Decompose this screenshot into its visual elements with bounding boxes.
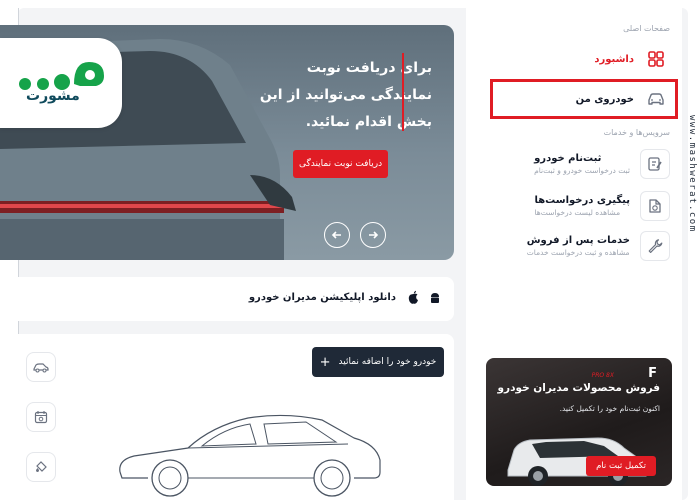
apple-icon — [408, 290, 418, 304]
complete-registration-button[interactable]: تکمیل ثبت نام — [586, 456, 656, 476]
service-item-track-requests[interactable]: پیگیری درخواست‌ها مشاهده لیست درخواست‌ها — [480, 188, 670, 224]
logo-text: مشورت — [26, 88, 80, 104]
app-download-label: دانلود اپلیکیشن مدیران خودرو — [248, 292, 396, 303]
hero-accent-line — [402, 53, 404, 131]
main-pages-heading: صفحات اصلی — [623, 24, 670, 33]
edit-document-icon — [640, 149, 670, 179]
promo-title: فروش محصولات مدیران خودرو — [497, 382, 660, 394]
arrow-left-icon — [331, 231, 341, 239]
highlight-box — [490, 79, 678, 119]
paint-tool-button[interactable] — [26, 452, 56, 482]
service-subtitle: ثبت درخواست خودرو و ثبت‌نام — [534, 166, 630, 175]
service-subtitle: مشاهده و ثبت درخواست خدمات — [526, 248, 630, 257]
sidebar-item-dashboard[interactable]: داشبورد — [488, 44, 668, 74]
service-subtitle: مشاهده لیست درخواست‌ها — [534, 208, 621, 217]
promo-description: اکنون ثبت‌نام خود را تکمیل کنید. — [559, 404, 660, 413]
logo-badge: مشورت — [0, 38, 122, 128]
file-refresh-icon — [640, 191, 670, 221]
watermark-text: www.mashwerat.com — [686, 115, 697, 233]
plus-icon: + — [319, 354, 331, 370]
add-car-label: خودرو خود را اضافه نمائید — [338, 357, 437, 367]
service-title: ثبت‌نام خودرو — [534, 153, 602, 164]
promo-card[interactable]: F PRO 8X فروش محصولات مدیران خودرو اکنون… — [486, 358, 672, 486]
get-appointment-button[interactable]: دریافت نوبت نمایندگی — [293, 150, 388, 178]
calendar-tool-button[interactable] — [26, 402, 56, 432]
car-side-icon — [33, 363, 49, 373]
paint-bucket-icon — [36, 461, 47, 472]
promo-brand-sub: PRO 8X — [591, 372, 614, 379]
car-tool-button[interactable] — [26, 352, 56, 382]
service-title: خدمات پس از فروش — [526, 235, 630, 246]
app-download-strip[interactable]: دانلود اپلیکیشن مدیران خودرو — [0, 277, 454, 321]
prev-slide-button[interactable] — [324, 222, 350, 248]
grid-icon — [644, 47, 668, 71]
services-heading: سرویس‌ها و خدمات — [603, 128, 670, 137]
watermark: www.mashwerat.com — [685, 115, 697, 233]
service-item-car-registration[interactable]: ثبت‌نام خودرو ثبت درخواست خودرو و ثبت‌نا… — [480, 146, 670, 182]
android-icon — [431, 293, 439, 303]
car-outline-illustration — [119, 414, 381, 497]
service-item-after-sales[interactable]: خدمات پس از فروش مشاهده و ثبت درخواست خد… — [480, 228, 670, 264]
hero-text: برای دریافت نوبت نمایندگی می‌توانید از ا… — [259, 60, 432, 130]
wrench-icon — [640, 231, 670, 261]
sidebar-item-label: داشبورد — [594, 53, 634, 65]
add-car-button[interactable]: + خودرو خود را اضافه نمائید — [312, 347, 444, 377]
promo-brand: F — [648, 366, 658, 381]
next-slide-button[interactable] — [360, 222, 386, 248]
arrow-right-icon — [369, 231, 379, 239]
service-title: پیگیری درخواست‌ها — [534, 195, 630, 206]
calendar-clock-icon — [34, 411, 48, 424]
